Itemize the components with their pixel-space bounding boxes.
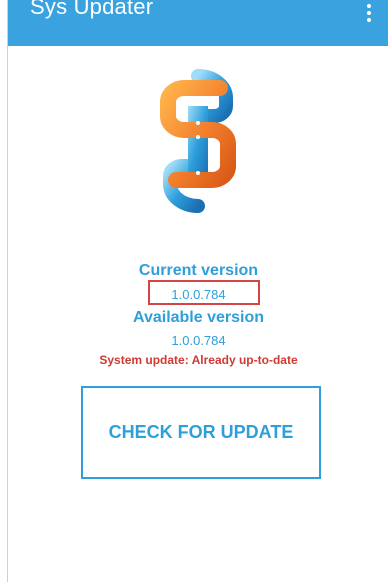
app-bar: Sys Updater xyxy=(8,0,388,46)
available-version-label: Available version xyxy=(132,309,265,326)
more-vert-icon[interactable] xyxy=(357,0,381,40)
current-version-highlight xyxy=(148,280,260,305)
current-version-label: Current version xyxy=(138,262,259,279)
sys-updater-logo xyxy=(160,69,236,213)
app-title: Sys Updater xyxy=(30,0,154,19)
app-window: Sys Updater Current version 1.0.0.784 Av… xyxy=(7,0,388,582)
check-for-update-button[interactable]: CHECK FOR UPDATE xyxy=(81,386,321,479)
available-version-value: 1.0.0.784 xyxy=(171,333,226,348)
update-status-text: System update: Already up-to-date xyxy=(99,353,298,367)
